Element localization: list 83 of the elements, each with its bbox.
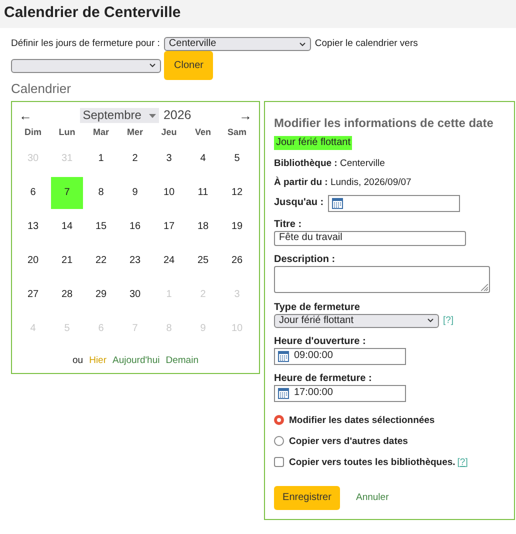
calendar-day[interactable]: 19 (221, 210, 253, 243)
calendar-day[interactable]: 12 (221, 176, 253, 209)
calendar-day[interactable]: 22 (85, 244, 117, 277)
weekday-label: Dim (24, 127, 42, 138)
caret-icon (149, 114, 156, 118)
option-label: Modifier les dates sélectionnées (289, 414, 435, 426)
date-shortcut-link[interactable]: Aujourd'hui (112, 354, 160, 366)
library-select[interactable]: Centerville (164, 37, 311, 51)
info-line: À partir du : Lundis, 2026/09/07 (274, 177, 412, 189)
calendar-day[interactable]: 30 (119, 278, 151, 311)
calendar-day[interactable]: 16 (119, 210, 151, 243)
caret-icon (149, 63, 156, 68)
opening-time-field[interactable]: 09:00:00 (274, 348, 406, 365)
weekday-label: Mar (92, 127, 109, 138)
month-select[interactable]: Septembre (80, 108, 160, 123)
closure-type-select[interactable]: Jour férié flottant (274, 314, 439, 328)
calendar-day[interactable]: 13 (17, 210, 49, 243)
caret-icon (427, 318, 434, 324)
clone-button[interactable]: Cloner (164, 51, 214, 80)
year-label: 2026 (163, 108, 192, 124)
checkbox[interactable] (274, 457, 284, 468)
option-label: Copier vers toutes les bibliothèques. (289, 456, 456, 468)
closing-time-field[interactable]: 17:00:00 (274, 384, 406, 402)
calendar-day[interactable]: 21 (51, 244, 83, 277)
radio-button[interactable] (274, 436, 284, 446)
calendar-day[interactable]: 9 (119, 176, 151, 209)
caret-icon (298, 42, 306, 46)
save-button[interactable]: Enregistrer (274, 486, 340, 510)
calendar-day[interactable]: 11 (187, 176, 219, 209)
field-label: Heure d'ouverture : (274, 336, 367, 348)
calendar-day[interactable]: 25 (187, 244, 219, 277)
holiday-type-badge: Jour férié flottant (274, 136, 352, 150)
field-label: Titre : (274, 218, 303, 231)
weekday-label: Ven (194, 127, 211, 138)
weekday-label: Mer (126, 127, 143, 138)
calendar-day[interactable]: 7 (51, 176, 83, 209)
form-title: Modifier les informations de cette date (274, 116, 494, 130)
calendar-day[interactable]: 14 (51, 210, 83, 243)
calendar-icon (278, 350, 289, 362)
calendar-day[interactable]: 20 (17, 244, 49, 277)
calendar-day[interactable]: 23 (119, 244, 151, 277)
option-label: Copier vers d'autres dates (289, 436, 408, 447)
calendar-day[interactable]: 29 (85, 278, 117, 311)
cancel-link[interactable]: Annuler (356, 492, 389, 504)
previous-month-button[interactable]: ← (19, 108, 32, 124)
page-title: Calendrier de Centerville (4, 3, 182, 22)
calendar-icon (278, 388, 289, 399)
calendar-day[interactable]: 4 (187, 142, 219, 175)
calendar-day[interactable]: 28 (51, 278, 83, 311)
calendar-day[interactable]: 27 (17, 278, 49, 311)
calendar-day[interactable]: 15 (85, 210, 117, 243)
calendar-day[interactable]: 6 (17, 176, 49, 209)
resize-handle-icon (481, 284, 488, 291)
section-title: Calendrier (11, 81, 72, 97)
field-label: Description : (274, 254, 336, 266)
calendar-day[interactable]: 5 (221, 142, 253, 175)
calendar-icon (332, 198, 343, 209)
title-input-field[interactable]: Fête du travail (274, 230, 466, 246)
info-line: Bibliothèque : Centerville (274, 158, 386, 170)
footer-text: ou (72, 354, 84, 366)
weekday-label: Jeu (161, 127, 177, 138)
field-label: Copier le calendrier vers (314, 38, 418, 50)
field-label: Type de fermeture (274, 302, 361, 314)
date-input-field[interactable] (328, 194, 460, 212)
calendar-day[interactable]: 3 (153, 142, 185, 175)
weekday-label: Lun (58, 127, 76, 138)
date-shortcut-link[interactable]: Demain (166, 354, 198, 366)
calendar-day[interactable]: 1 (85, 142, 117, 175)
calendar-day[interactable]: 8 (85, 176, 117, 209)
weekday-label: Sam (227, 127, 246, 138)
calendar-day[interactable]: 26 (221, 244, 253, 277)
field-label: Jusqu'au : (274, 197, 324, 210)
radio-button[interactable] (274, 415, 284, 426)
calendar-day[interactable]: 17 (153, 210, 185, 243)
calendar-day[interactable]: 2 (119, 142, 151, 175)
calendar-day[interactable]: 10 (153, 176, 185, 209)
next-month-button[interactable]: → (239, 108, 252, 124)
library-select[interactable] (11, 58, 161, 72)
calendar-day[interactable]: 24 (153, 244, 185, 277)
field-label: Définir les jours de fermeture pour : (11, 38, 160, 50)
description-input-field[interactable] (274, 266, 490, 293)
field-label: Heure de fermeture : (274, 372, 373, 385)
calendar-day[interactable]: 18 (187, 210, 219, 243)
